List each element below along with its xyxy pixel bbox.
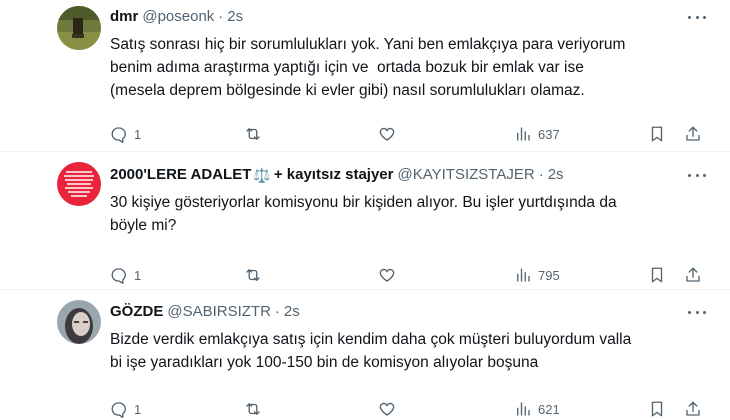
tweet-text: Satış sonrası hiç bir sorumlulukları yok… [110,36,626,99]
like-icon [379,402,395,416]
more-icon[interactable] [686,306,708,318]
tweet-text: Bizde verdik emlakçıya satış için kendim… [110,331,632,371]
reply-icon [111,402,126,418]
share-icon [686,267,700,282]
retweet-button[interactable] [244,124,262,144]
more-icon[interactable] [686,169,708,181]
reply-count: 1 [134,126,142,142]
user-handle[interactable]: @KAYITSIZSTAJER [398,165,535,185]
display-name[interactable]: GÖZDE [110,302,163,322]
tweet-text: 30 kişiye gösteriyorlar komisyonu bir ki… [110,194,617,234]
tweet-actions: 1 621 [110,399,708,419]
like-button[interactable] [378,265,396,285]
tweet-card[interactable]: dmr @poseonk · 2s Satış sonrası hiç bir … [0,0,730,152]
like-button[interactable] [378,124,396,144]
reply-count: 1 [134,401,142,417]
reply-icon [111,268,126,284]
retweet-icon [246,269,260,281]
retweet-button[interactable] [244,265,262,285]
tweet-actions: 1 795 [110,265,708,285]
bookmark-button[interactable] [648,265,666,285]
reply-count: 1 [134,267,142,283]
reply-button[interactable]: 1 [110,124,141,144]
share-button[interactable] [684,399,702,419]
share-icon [686,401,700,416]
reply-icon [111,127,126,143]
views-button[interactable]: 637 [514,124,560,144]
tweet-actions: 1 637 [110,124,708,144]
bookmark-icon [651,267,663,283]
reply-button[interactable]: 1 [110,399,141,419]
reply-button[interactable]: 1 [110,265,141,285]
share-icon [686,126,700,141]
timestamp[interactable]: 2s [284,302,300,322]
timestamp[interactable]: 2s [227,7,243,27]
tweet-header: 2000'LERE ADALET ⚖️ + kayıtsız stajyer @… [110,165,708,185]
bookmark-icon [651,401,663,417]
views-icon [517,268,530,282]
views-count: 621 [538,401,560,417]
timestamp[interactable]: 2s [548,165,564,185]
display-name-suffix[interactable]: + kayıtsız stajyer [274,165,394,185]
views-icon [517,402,530,416]
views-button[interactable]: 795 [514,265,560,285]
avatar[interactable] [57,300,101,344]
views-icon [517,127,530,141]
share-button[interactable] [684,124,702,144]
views-count: 637 [538,126,560,142]
tweet-card[interactable]: 2000'LERE ADALET ⚖️ + kayıtsız stajyer @… [0,152,730,290]
bookmark-button[interactable] [648,399,666,419]
separator-dot: · [218,8,224,25]
user-handle[interactable]: @poseonk [142,7,214,27]
retweet-button[interactable] [244,399,262,419]
retweet-icon [246,128,260,140]
more-icon[interactable] [686,11,708,23]
avatar[interactable] [57,162,101,206]
like-icon [379,268,395,282]
separator-dot: · [538,166,544,183]
like-icon [379,127,395,141]
tweet-header: dmr @poseonk · 2s [110,7,708,27]
tweet-card[interactable]: GÖZDE @SABIRSIZTR · 2s Bizde verdik emla… [0,290,730,420]
display-name[interactable]: 2000'LERE ADALET [110,165,251,185]
like-button[interactable] [378,399,396,419]
user-handle[interactable]: @SABIRSIZTR [167,302,271,322]
share-button[interactable] [684,265,702,285]
display-name[interactable]: dmr [110,7,138,27]
bookmark-icon [651,126,663,142]
avatar[interactable] [57,6,101,50]
timeline-feed: dmr @poseonk · 2s Satış sonrası hiç bir … [0,0,730,420]
scales-emoji: ⚖️ [253,167,271,183]
tweet-header: GÖZDE @SABIRSIZTR · 2s [110,302,708,322]
views-count: 795 [538,267,560,283]
retweet-icon [246,403,260,415]
separator-dot: · [274,303,280,320]
bookmark-button[interactable] [648,124,666,144]
views-button[interactable]: 621 [514,399,560,419]
